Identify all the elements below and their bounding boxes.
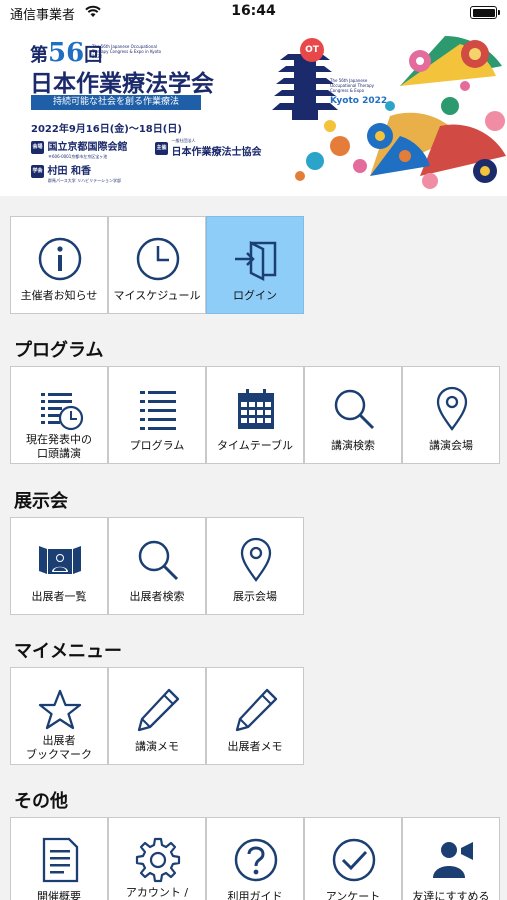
info-icon bbox=[38, 237, 82, 281]
tile-timetable[interactable]: タイムテーブル bbox=[206, 366, 304, 464]
login-icon bbox=[235, 240, 277, 282]
section-title-other: その他 bbox=[14, 791, 68, 812]
section-title-program: プログラム bbox=[14, 340, 104, 361]
tile-exhibitor-list[interactable]: 出展者一覧 bbox=[10, 517, 108, 615]
tile-organizer-notices[interactable]: 主催者お知らせ bbox=[10, 216, 108, 314]
pencil-icon bbox=[137, 688, 180, 732]
tile-label: プログラム bbox=[129, 439, 185, 452]
congress-subtitle: 持続可能な社会を創る作業療法 bbox=[31, 95, 201, 110]
list-clock-icon bbox=[41, 393, 84, 431]
tile-survey[interactable]: アンケート bbox=[304, 817, 402, 900]
map-pin-icon bbox=[240, 537, 272, 582]
kyoto-2022-label: Kyoto 2022 bbox=[330, 96, 388, 106]
map-pin-icon bbox=[436, 386, 468, 431]
list-icon bbox=[140, 391, 176, 430]
tile-exhibitor-search[interactable]: 出展者検索 bbox=[108, 517, 206, 615]
congress-dates: 2022年9月16日(金)～18日(日) bbox=[31, 124, 182, 135]
tile-label: 講演検索 bbox=[331, 439, 375, 452]
tile-label: 講演メモ bbox=[135, 740, 179, 753]
tile-label: アカウント / bbox=[125, 886, 189, 899]
congress-banner[interactable]: 第56回 The 56th Japanese Occupational Ther… bbox=[0, 26, 507, 196]
tile-current-oral-sessions[interactable]: 現在発表中の 口頭講演 bbox=[10, 366, 108, 464]
kyoto-english-caption: The 56th Japanese Occupational Therapy C… bbox=[330, 78, 375, 93]
tile-label: 主催者お知らせ bbox=[20, 289, 98, 302]
tile-label: 出展者一覧 bbox=[31, 590, 87, 603]
tile-my-schedule[interactable]: マイスケジュール bbox=[108, 216, 206, 314]
tile-label: 現在発表中の 口頭講演 bbox=[26, 433, 92, 460]
status-time: 16:44 bbox=[231, 3, 276, 19]
tile-label: アンケート bbox=[325, 890, 381, 900]
document-icon bbox=[42, 837, 79, 883]
tile-label: 講演会場 bbox=[429, 439, 473, 452]
tile-label: 出展者メモ bbox=[227, 740, 283, 753]
calendar-icon bbox=[238, 389, 274, 429]
tile-login[interactable]: ログイン bbox=[206, 216, 304, 314]
ot-logo-badge: OT bbox=[300, 38, 324, 62]
tile-recommend-to-friends[interactable]: 友達にすすめる bbox=[402, 817, 500, 900]
organizer-info: 主催 一般社団法人 日本作業療法士協会 bbox=[155, 138, 262, 158]
tile-label: 出展者 ブックマーク bbox=[26, 734, 92, 761]
tile-session-search[interactable]: 講演検索 bbox=[304, 366, 402, 464]
chair-info: 学会長 村田 和香 群馬パース大学 リハビリテーション学部 bbox=[31, 164, 121, 187]
star-icon bbox=[38, 689, 82, 730]
tile-event-overview[interactable]: 開催概要 bbox=[10, 817, 108, 900]
section-title-exhibition: 展示会 bbox=[14, 491, 68, 512]
tile-program[interactable]: プログラム bbox=[108, 366, 206, 464]
tile-session-venue[interactable]: 講演会場 bbox=[402, 366, 500, 464]
tile-exhibitor-memo[interactable]: 出展者メモ bbox=[206, 667, 304, 765]
tile-label: 利用ガイド bbox=[227, 890, 283, 900]
clock-icon bbox=[136, 237, 180, 281]
tile-account-settings[interactable]: アカウント / bbox=[108, 817, 206, 900]
check-circle-icon bbox=[332, 838, 376, 882]
tile-label: 友達にすすめる bbox=[412, 890, 490, 900]
tile-user-guide[interactable]: 利用ガイド bbox=[206, 817, 304, 900]
recommend-icon bbox=[433, 842, 473, 878]
exhibitor-booth-icon bbox=[39, 546, 81, 574]
tile-session-memo[interactable]: 講演メモ bbox=[108, 667, 206, 765]
tile-label: 展示会場 bbox=[233, 590, 277, 603]
help-icon bbox=[234, 838, 278, 882]
tile-exhibitor-bookmark[interactable]: 出展者 ブックマーク bbox=[10, 667, 108, 765]
section-title-my-menu: マイメニュー bbox=[14, 641, 122, 662]
pencil-icon bbox=[235, 688, 278, 732]
congress-title: 日本作業療法学会 bbox=[30, 70, 214, 97]
tile-label: 出展者検索 bbox=[129, 590, 185, 603]
search-icon bbox=[138, 540, 179, 581]
tile-label: 開催概要 bbox=[37, 890, 81, 900]
tile-label: マイスケジュール bbox=[113, 289, 201, 302]
english-title: The 56th Japanese Occupational Therapy C… bbox=[92, 44, 162, 59]
battery-icon bbox=[470, 6, 500, 19]
tile-label: タイムテーブル bbox=[216, 439, 294, 452]
tile-label: ログイン bbox=[233, 289, 277, 302]
search-icon bbox=[334, 389, 375, 430]
status-bar: 通信事業者 16:44 bbox=[0, 0, 507, 26]
tile-exhibition-venue[interactable]: 展示会場 bbox=[206, 517, 304, 615]
venue-info: 会場 国立京都国際会館 〒606-0001京都市左京区宝ヶ池 bbox=[31, 140, 128, 159]
gear-icon bbox=[135, 837, 181, 883]
